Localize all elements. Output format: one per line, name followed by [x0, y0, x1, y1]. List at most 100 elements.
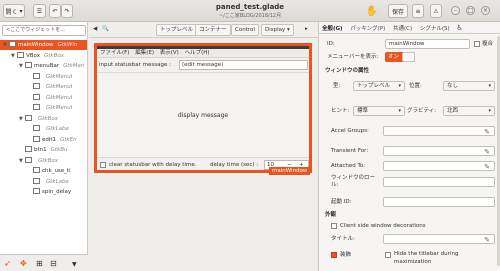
- input-row: input statusbar message : (edit message): [97, 59, 309, 71]
- widget-search-input[interactable]: <ここでウィジェットを...: [2, 25, 86, 36]
- drag-resize-icon[interactable]: ✥: [20, 259, 27, 268]
- tree-row[interactable]: chk_use_ti: [0, 166, 87, 176]
- save-button[interactable]: 保存: [388, 4, 408, 18]
- hint-label: ヒント:: [331, 108, 350, 114]
- tab-packing[interactable]: パッキング(P): [347, 23, 388, 35]
- widget-type-icon: [25, 62, 32, 68]
- tab-general[interactable]: 全般(G): [319, 23, 346, 35]
- close-icon[interactable]: ×: [481, 6, 490, 15]
- menu-view[interactable]: 表示(V): [160, 50, 179, 56]
- display-message-area[interactable]: display message: [97, 72, 309, 158]
- tree-row[interactable]: GtkLabe: [0, 177, 87, 187]
- edit-pen-icon[interactable]: ✎: [484, 236, 490, 244]
- align-icon[interactable]: ⊟: [50, 259, 57, 268]
- attached-to-field[interactable]: ✎: [383, 161, 495, 171]
- window-title: paned_test.glade: [215, 3, 285, 11]
- tree-row[interactable]: ▼ GtkBox: [0, 114, 87, 124]
- main-window-preview[interactable]: ファイル(F) 編集(E) 表示(V) ヘルプ(H) input statusb…: [94, 43, 312, 173]
- tab-signals[interactable]: シグナル(S): [417, 23, 453, 35]
- tree-row-name: btn1: [34, 147, 47, 153]
- widget-type-icon: [33, 135, 40, 142]
- tab-control[interactable]: Control: [231, 24, 259, 36]
- tree-row-class: GtkMenuI: [46, 94, 73, 101]
- undo-icon[interactable]: ↶: [49, 4, 61, 18]
- edit-pen-icon[interactable]: ✎: [484, 128, 490, 136]
- widget-type-icon: [33, 83, 40, 89]
- pointer-icon[interactable]: ➶: [4, 259, 11, 268]
- tab-display[interactable]: Display ▾: [261, 24, 294, 36]
- tab-toplevel[interactable]: トップレベル: [156, 24, 198, 36]
- position-label: 位置:: [409, 83, 422, 89]
- id-field[interactable]: mainWindow: [385, 39, 470, 49]
- design-canvas[interactable]: ファイル(F) 編集(E) 表示(V) ヘルプ(H) input statusb…: [89, 38, 318, 271]
- tree-row[interactable]: GtkMenuI: [0, 93, 87, 103]
- warning-icon[interactable]: ⚠: [430, 4, 442, 18]
- decorated-checkbox[interactable]: [331, 252, 337, 258]
- accessibility-icon[interactable]: ♿: [454, 22, 464, 34]
- show-menubar-toggle[interactable]: オン: [385, 52, 415, 62]
- tree-row[interactable]: GtkMenuI: [0, 72, 87, 82]
- position-combo[interactable]: なし ▾: [443, 81, 495, 91]
- tree-row-class: GtkMen: [63, 63, 85, 69]
- tree-row-class: GtkBox: [38, 115, 58, 122]
- appearance-heading: 外観: [325, 212, 337, 218]
- tree-row[interactable]: edit1 GtkEn: [0, 135, 87, 145]
- hide-titlebar-checkbox[interactable]: [385, 252, 391, 258]
- tree-row-class: GtkBox: [38, 157, 58, 164]
- edit-pen-icon[interactable]: ✎: [484, 148, 490, 156]
- hide-titlebar-label: Hide the titlebar during maximization: [394, 251, 459, 265]
- hint-combo[interactable]: 標準 ▾: [353, 106, 405, 116]
- palette-toolbar: ◀ 🔍 トップレベル コンテナー Control Display ▾ ▸: [89, 22, 318, 38]
- toggle-on-label: オン: [388, 54, 400, 60]
- transient-for-field[interactable]: ✎: [383, 146, 495, 156]
- composite-checkbox[interactable]: [474, 41, 480, 47]
- tree-row-name: edit1: [42, 136, 57, 143]
- tree-row[interactable]: btn1 GtkBu: [0, 145, 87, 155]
- tree-row[interactable]: ▼ menuBar GtkMen: [0, 61, 87, 71]
- type-combo[interactable]: トップレベル ▾: [353, 81, 405, 91]
- tree-row-class: GtkWin: [57, 42, 78, 48]
- tree-row-class: GtkLabe: [46, 126, 69, 132]
- tree-row[interactable]: spin_delay: [0, 187, 87, 197]
- property-inspector: 全般(G) パッキング(P) 共通(C) シグナル(S) ♿ ID: mainW…: [318, 22, 500, 271]
- client-decorations-checkbox[interactable]: [331, 223, 337, 229]
- menu-file[interactable]: ファイル(F): [100, 50, 129, 56]
- tree-row-class: GtkBu: [50, 147, 68, 153]
- tree-row[interactable]: GtkMenuI: [0, 103, 87, 113]
- redo-icon[interactable]: ↷: [61, 4, 73, 18]
- startup-id-label: 起動 ID:: [331, 199, 352, 205]
- gravity-combo[interactable]: 北西 ▾: [443, 106, 495, 116]
- window-role-field[interactable]: [383, 177, 495, 187]
- clear-statusbar-checkbox[interactable]: [100, 162, 106, 168]
- composite-label: 複合: [482, 41, 494, 47]
- menu-icon[interactable]: ☰: [33, 4, 46, 18]
- maximize-icon[interactable]: □: [466, 6, 475, 15]
- edit-message-entry[interactable]: (edit message): [179, 60, 308, 70]
- tree-row[interactable]: ▼ mainWindow GtkWin: [0, 40, 87, 50]
- minimize-icon[interactable]: –: [451, 6, 460, 15]
- preview-menubar[interactable]: ファイル(F) 編集(E) 表示(V) ヘルプ(H): [97, 49, 309, 58]
- tab-common[interactable]: 共通(C): [390, 23, 415, 35]
- tree-row-class: GtkMenuI: [46, 73, 73, 80]
- tree-row-class: GtkEn: [60, 136, 77, 143]
- tree-row[interactable]: GtkMenuI: [0, 82, 87, 92]
- more-icon[interactable]: ▸: [302, 24, 311, 36]
- preview-icon[interactable]: ✋: [365, 4, 379, 18]
- menu-help[interactable]: ヘルプ(H): [185, 50, 210, 56]
- tree-row[interactable]: GtkLabe: [0, 124, 87, 134]
- tree-row[interactable]: ▼ VBox GtkBox: [0, 51, 87, 61]
- margin-icon[interactable]: ⊞: [36, 259, 43, 268]
- open-button[interactable]: 開く ▾: [3, 4, 25, 18]
- tree-row[interactable]: ▼ GtkBox: [0, 156, 87, 166]
- title-field[interactable]: ✎: [383, 234, 495, 244]
- tab-containers[interactable]: コンテナー: [195, 24, 231, 36]
- dropdown-icon[interactable]: ▼: [72, 261, 77, 268]
- menu-edit[interactable]: 編集(E): [135, 50, 154, 56]
- search-icon[interactable]: 🔍: [99, 24, 109, 36]
- attached-to-label: Attached To:: [331, 163, 366, 169]
- accel-groups-field[interactable]: ✎: [383, 126, 495, 136]
- hamburger-menu-icon[interactable]: ≡: [412, 4, 424, 18]
- edit-pen-icon[interactable]: ✎: [484, 163, 490, 171]
- type-label: 型:: [333, 83, 341, 89]
- startup-id-field[interactable]: [383, 197, 495, 207]
